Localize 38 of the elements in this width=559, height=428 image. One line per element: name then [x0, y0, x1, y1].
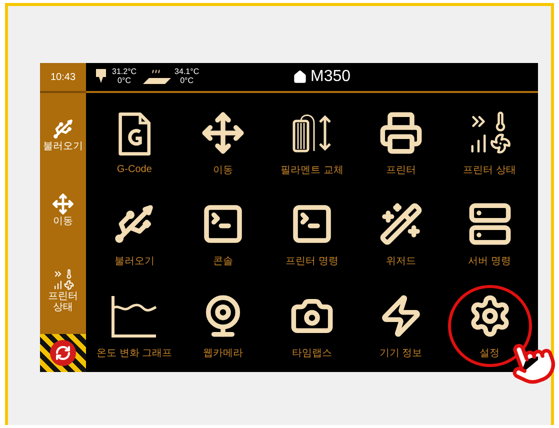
emergency-stop-button[interactable] [40, 334, 86, 372]
four-arrows-icon [52, 193, 74, 216]
printer-status-icon [52, 269, 74, 290]
menu-tile[interactable]: 타임랩스 [268, 280, 356, 372]
menu-tile[interactable]: 위저드 [356, 188, 446, 280]
bed-target: 0°C [180, 77, 194, 86]
printer-name: M350 [310, 68, 351, 86]
menu-tile[interactable]: 웹카메라 [178, 280, 268, 372]
menu-tile[interactable]: 불러오기 [90, 188, 179, 280]
nozzle-icon [94, 69, 108, 85]
usb-icon [52, 118, 74, 140]
sidebar-button[interactable]: 불러오기 [41, 118, 85, 152]
home-icon [292, 70, 307, 84]
sidebar-button[interactable]: 프린터 상태 [41, 269, 85, 314]
menu-tile[interactable]: 필라멘트 교체 [268, 97, 356, 189]
sidebar-button[interactable]: 이동 [41, 193, 85, 228]
refresh-icon [55, 345, 71, 361]
printer-status-icon [468, 111, 512, 154]
clock: 10:43 [40, 63, 86, 93]
menu-tile[interactable]: 프린터 명령 [268, 188, 356, 280]
menu-tile[interactable]: 프린터 [356, 97, 446, 189]
line-graph-icon [110, 294, 158, 338]
menu-tile[interactable]: 콘솔 [178, 188, 268, 280]
bed-temperature: 34.1°C [174, 68, 200, 77]
heated-bed-icon [142, 69, 171, 85]
extruder-target: 0°C [118, 77, 131, 86]
extruder-temperature: 31.2°C [112, 68, 137, 77]
magic-wand-icon [378, 202, 423, 246]
menu-tile[interactable]: G-Code [90, 97, 179, 189]
menu-tile[interactable]: 이동 [178, 97, 268, 189]
g-file-icon [116, 112, 152, 156]
four-arrows-icon [201, 110, 246, 155]
menu-tile[interactable]: 온도 변화 그래프 [90, 280, 179, 372]
server-icon [468, 202, 512, 246]
menu-tile[interactable]: 프린터 상태 [445, 97, 534, 189]
printer-icon [378, 110, 423, 155]
menu-tile[interactable]: 서버 명령 [445, 188, 534, 280]
menu-tile[interactable]: 기기 정보 [356, 280, 446, 372]
